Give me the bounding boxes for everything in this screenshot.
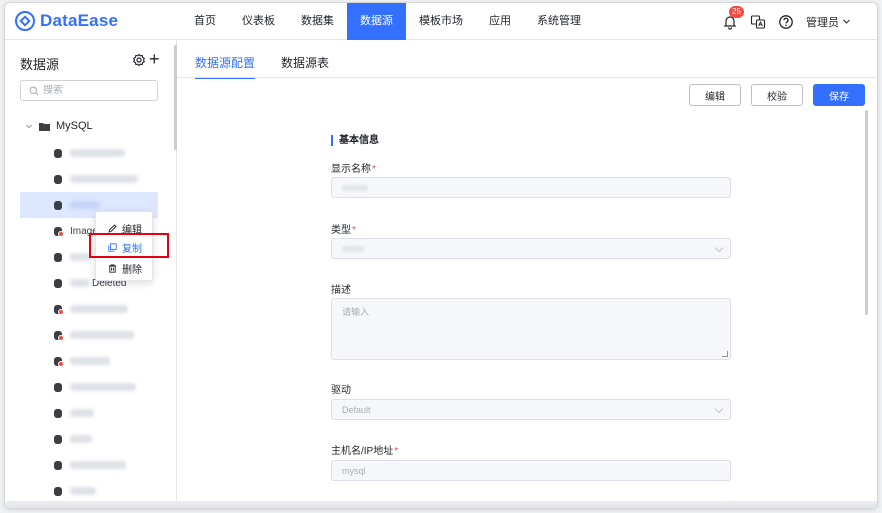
host-value: mysql bbox=[342, 465, 366, 476]
database-error-icon bbox=[54, 226, 64, 237]
search-icon bbox=[29, 86, 39, 95]
folder-label: MySQL bbox=[56, 120, 93, 132]
menu-item-label: 删除 bbox=[122, 264, 142, 276]
main-scrollbar[interactable] bbox=[865, 110, 868, 315]
top-bar: DataEase 首页 仪表板 数据集 数据源 模板市场 应用 系统管理 25 … bbox=[5, 3, 877, 40]
menu-item-delete[interactable]: 删除 bbox=[96, 258, 152, 278]
nav-dataset[interactable]: 数据集 bbox=[288, 3, 347, 40]
tab-datasource-tables[interactable]: 数据源表 bbox=[281, 54, 329, 79]
description-label: 描述 bbox=[331, 285, 351, 296]
datasource-item[interactable] bbox=[20, 374, 158, 400]
database-icon bbox=[54, 200, 62, 210]
chevron-down-icon bbox=[714, 404, 724, 414]
database-icon bbox=[54, 486, 62, 496]
type-label: 类型* bbox=[331, 225, 356, 236]
add-datasource-button[interactable]: + bbox=[149, 49, 160, 69]
notification-badge: 25 bbox=[729, 5, 744, 18]
horizontal-scrollbar[interactable] bbox=[5, 501, 877, 508]
database-icon bbox=[54, 434, 62, 444]
driver-label: 驱动 bbox=[331, 385, 351, 396]
host-label: 主机名/IP地址* bbox=[331, 446, 399, 457]
host-field[interactable]: mysql bbox=[331, 460, 731, 481]
database-icon bbox=[54, 252, 62, 262]
nav-apps[interactable]: 应用 bbox=[476, 3, 524, 40]
save-button[interactable]: 保存 bbox=[813, 84, 865, 106]
logo-icon bbox=[15, 11, 35, 31]
tab-datasource-config[interactable]: 数据源配置 bbox=[195, 54, 256, 79]
sidebar-title: 数据源 bbox=[20, 57, 60, 72]
database-icon bbox=[54, 148, 62, 158]
database-error-icon bbox=[54, 304, 64, 315]
type-select[interactable] bbox=[331, 238, 731, 259]
sidebar-search[interactable] bbox=[20, 80, 158, 101]
database-icon bbox=[54, 278, 62, 288]
nav-home[interactable]: 首页 bbox=[181, 3, 229, 40]
nav-system-settings[interactable]: 系统管理 bbox=[524, 3, 594, 40]
notification-bell[interactable]: 25 bbox=[722, 5, 744, 30]
divider bbox=[177, 77, 877, 78]
user-name: 管理员 bbox=[806, 16, 839, 29]
logo-text: DataEase bbox=[40, 11, 119, 30]
validate-button[interactable]: 校验 bbox=[751, 84, 803, 106]
tabs: 数据源配置 数据源表 bbox=[195, 54, 329, 79]
datasource-item[interactable] bbox=[20, 166, 158, 192]
driver-value: Default bbox=[342, 404, 371, 415]
main-panel: 数据源配置 数据源表 编辑 校验 保存 基本信息 显示名称* 类型* 描述 请输… bbox=[177, 40, 877, 508]
nav-dashboard[interactable]: 仪表板 bbox=[229, 3, 288, 40]
datasource-item[interactable] bbox=[20, 140, 158, 166]
description-textarea[interactable]: 请输入 bbox=[331, 298, 731, 360]
highlight-annotation bbox=[89, 233, 169, 258]
resize-handle-icon[interactable] bbox=[722, 351, 728, 357]
database-error-icon bbox=[54, 356, 64, 367]
translate-icon[interactable] bbox=[750, 14, 766, 30]
datasource-item[interactable] bbox=[20, 426, 158, 452]
nav-datasource[interactable]: 数据源 bbox=[347, 3, 406, 40]
trash-icon bbox=[108, 264, 117, 273]
caret-down-icon bbox=[26, 124, 32, 129]
database-error-icon bbox=[54, 330, 64, 341]
folder-icon bbox=[39, 122, 50, 131]
datasource-item[interactable] bbox=[20, 348, 158, 374]
datasource-item[interactable] bbox=[20, 296, 158, 322]
main-nav: 首页 仪表板 数据集 数据源 模板市场 应用 系统管理 bbox=[181, 3, 594, 40]
nav-template-market[interactable]: 模板市场 bbox=[406, 3, 476, 40]
pencil-icon bbox=[108, 223, 117, 233]
user-menu[interactable]: 管理员 bbox=[806, 14, 851, 30]
search-input[interactable] bbox=[43, 85, 143, 96]
database-icon bbox=[54, 460, 62, 470]
section-title: 基本信息 bbox=[331, 135, 379, 146]
display-name-field[interactable] bbox=[331, 177, 731, 198]
chevron-down-icon bbox=[714, 243, 724, 253]
tree-folder-mysql[interactable]: MySQL bbox=[25, 120, 93, 132]
header-tools: 25 管理员 bbox=[722, 3, 851, 40]
database-icon bbox=[54, 408, 62, 418]
datasource-item[interactable] bbox=[20, 452, 158, 478]
datasource-item[interactable] bbox=[20, 400, 158, 426]
help-icon[interactable] bbox=[778, 14, 794, 30]
gear-icon[interactable] bbox=[131, 52, 147, 68]
app-window: DataEase 首页 仪表板 数据集 数据源 模板市场 应用 系统管理 25 … bbox=[4, 2, 878, 509]
datasource-item[interactable] bbox=[20, 322, 158, 348]
edit-button[interactable]: 编辑 bbox=[689, 84, 741, 106]
logo[interactable]: DataEase bbox=[15, 9, 118, 33]
database-icon bbox=[54, 382, 62, 392]
description-placeholder: 请输入 bbox=[342, 307, 370, 317]
driver-select[interactable]: Default bbox=[331, 399, 731, 420]
database-icon bbox=[54, 174, 62, 184]
display-name-label: 显示名称* bbox=[331, 164, 376, 175]
chevron-down-icon bbox=[843, 19, 850, 24]
